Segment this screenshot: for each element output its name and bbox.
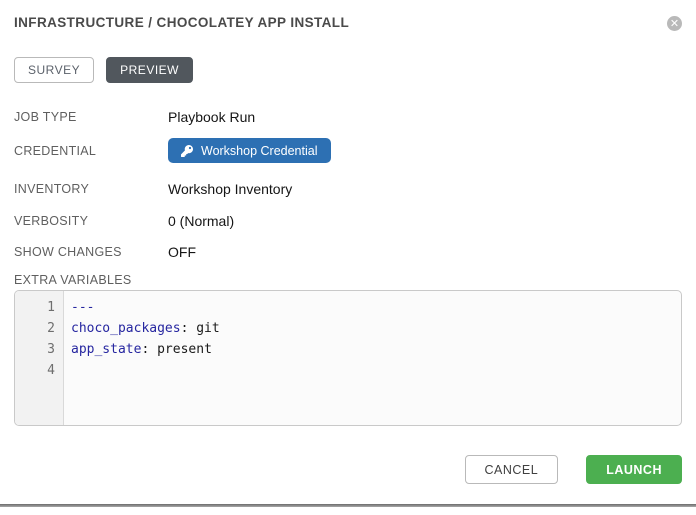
show-changes-value: OFF	[168, 244, 196, 260]
line-number: 1	[15, 297, 55, 318]
modal-header: INFRASTRUCTURE / CHOCOLATEY APP INSTALL …	[14, 0, 682, 31]
inventory-row: INVENTORY Workshop Inventory	[14, 179, 682, 199]
extra-variables-editor: 1 2 3 4 --- choco_packages: git app_stat…	[14, 290, 682, 426]
show-changes-label: SHOW CHANGES	[14, 245, 168, 259]
tab-bar: SURVEY PREVIEW	[14, 57, 682, 83]
job-details: JOB TYPE Playbook Run CREDENTIAL Worksho…	[14, 107, 682, 262]
show-changes-row: SHOW CHANGES OFF	[14, 242, 682, 262]
credential-tag-button[interactable]: Workshop Credential	[168, 138, 331, 163]
credential-row: CREDENTIAL Workshop Credential	[14, 138, 682, 163]
line-number: 3	[15, 339, 55, 360]
inventory-label: INVENTORY	[14, 182, 168, 196]
modal-title: INFRASTRUCTURE / CHOCOLATEY APP INSTALL	[14, 15, 349, 30]
job-type-value: Playbook Run	[168, 109, 255, 125]
tab-survey[interactable]: SURVEY	[14, 57, 94, 83]
yaml-key: ---	[71, 300, 94, 315]
verbosity-label: VERBOSITY	[14, 214, 168, 228]
code-line: app_state: present	[71, 339, 681, 360]
credential-label: CREDENTIAL	[14, 144, 168, 158]
launch-button[interactable]: LAUNCH	[586, 455, 682, 484]
code-line: ---	[71, 297, 681, 318]
modal-footer: CANCEL LAUNCH	[14, 455, 682, 484]
yaml-rest: : git	[181, 321, 220, 336]
job-type-label: JOB TYPE	[14, 110, 168, 124]
job-type-row: JOB TYPE Playbook Run	[14, 107, 682, 127]
line-number: 2	[15, 318, 55, 339]
yaml-key: choco_packages	[71, 321, 181, 336]
yaml-key: app_state	[71, 342, 141, 357]
credential-tag-label: Workshop Credential	[201, 144, 318, 158]
tab-preview-label: PREVIEW	[120, 63, 179, 77]
editor-line-number-gutter: 1 2 3 4	[15, 291, 64, 425]
code-line	[71, 360, 681, 381]
inventory-value: Workshop Inventory	[168, 181, 292, 197]
extra-variables-label: EXTRA VARIABLES	[14, 273, 682, 289]
verbosity-value: 0 (Normal)	[168, 213, 234, 229]
verbosity-row: VERBOSITY 0 (Normal)	[14, 211, 682, 231]
window-bottom-edge	[0, 504, 696, 507]
tab-survey-label: SURVEY	[28, 63, 80, 77]
tab-preview[interactable]: PREVIEW	[106, 57, 193, 83]
line-number: 4	[15, 360, 55, 381]
key-icon	[181, 145, 193, 157]
cancel-button[interactable]: CANCEL	[465, 455, 559, 484]
job-launch-preview-modal: INFRASTRUCTURE / CHOCOLATEY APP INSTALL …	[0, 0, 696, 515]
code-line: choco_packages: git	[71, 318, 681, 339]
editor-code-area[interactable]: --- choco_packages: git app_state: prese…	[64, 291, 681, 425]
close-icon[interactable]: ✕	[667, 16, 682, 31]
yaml-rest: : present	[141, 342, 211, 357]
